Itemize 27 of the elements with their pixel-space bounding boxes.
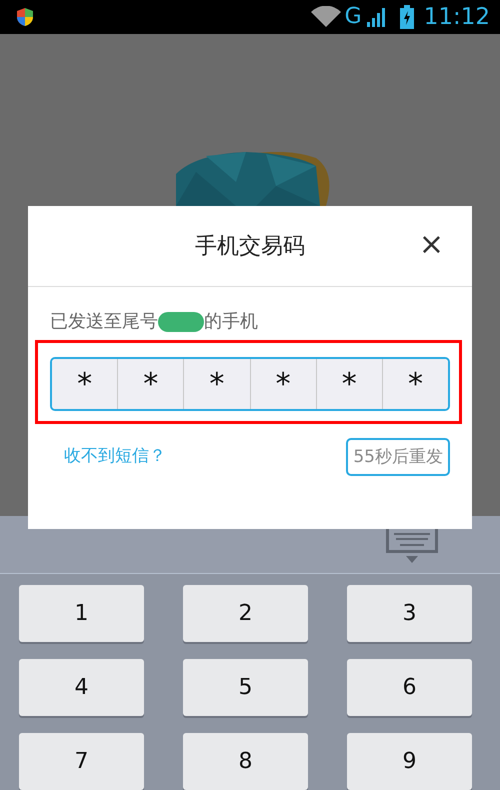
number-key[interactable]: 5 (183, 659, 308, 716)
code-digit: * (183, 359, 250, 410)
code-digit: * (382, 359, 448, 410)
redaction-mark (158, 312, 204, 332)
number-key[interactable]: 3 (347, 585, 472, 642)
code-digit: * (52, 359, 118, 410)
code-digit: * (117, 359, 184, 410)
number-key[interactable]: 2 (183, 585, 308, 642)
battery-icon (400, 5, 414, 30)
code-digit: * (250, 359, 316, 410)
number-key[interactable]: 9 (347, 733, 472, 790)
number-key[interactable]: 8 (183, 733, 308, 790)
number-key[interactable]: 7 (19, 733, 144, 790)
dialog-title: 手机交易码 (195, 232, 305, 261)
shield-icon (15, 7, 35, 28)
phone-text: 的手机 (204, 310, 258, 334)
number-key[interactable]: 1 (19, 585, 144, 642)
sent-to-text: 已发送至尾号 (50, 310, 158, 334)
signal-icon (366, 6, 388, 28)
close-button[interactable]: × (416, 230, 446, 260)
clock-time: 11:12 (424, 6, 490, 29)
number-key[interactable]: 6 (347, 659, 472, 716)
network-type: G (344, 6, 362, 28)
code-digit: * (316, 359, 382, 410)
wifi-icon (310, 6, 341, 28)
code-input[interactable]: * * * * * * (50, 357, 450, 412)
number-key[interactable]: 4 (19, 659, 144, 716)
